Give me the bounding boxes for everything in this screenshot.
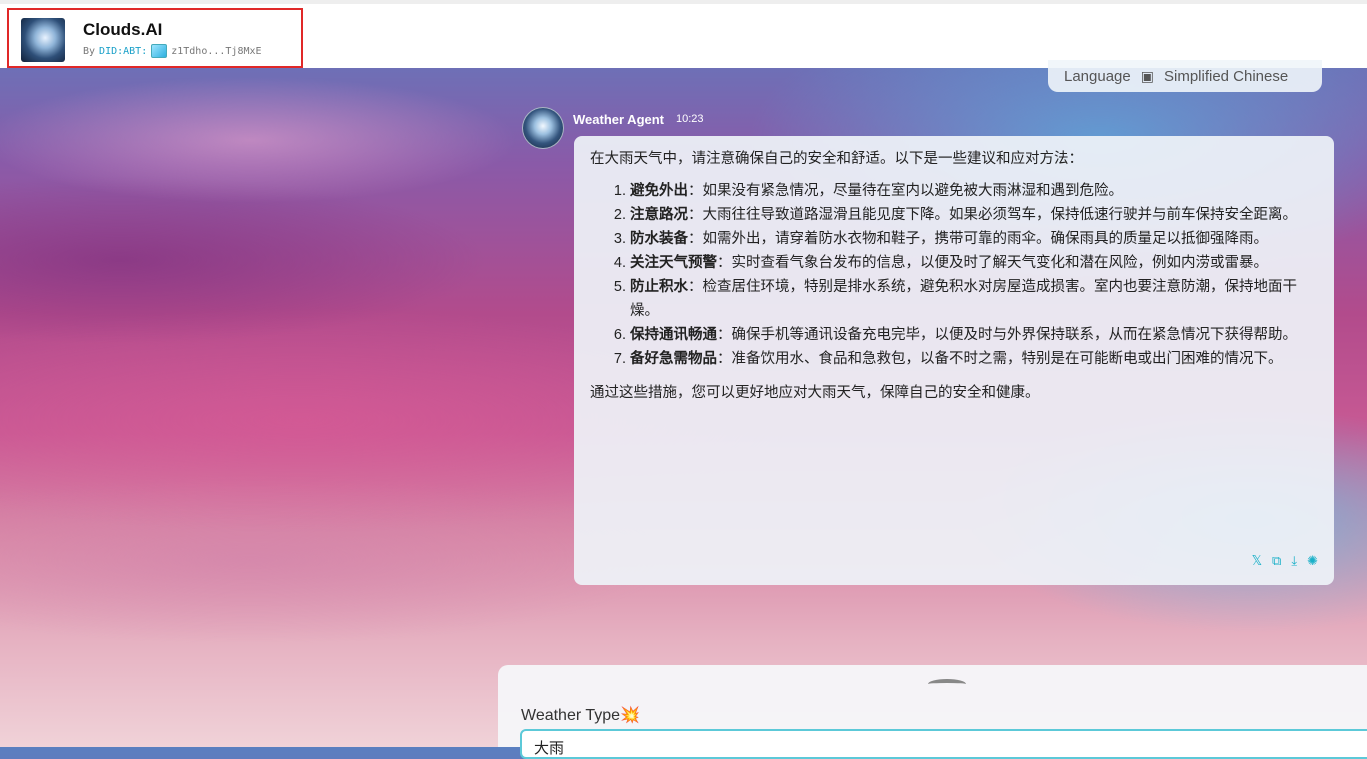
language-value: Simplified Chinese xyxy=(1163,67,1289,85)
weather-type-label: Weather Type💥 xyxy=(521,707,640,724)
list-item: 防止积水：检查居住环境，特别是排水系统，避免积水对房屋造成损害。室内也要注意防潮… xyxy=(630,275,1318,323)
list-item: 备好急需物品：准备饮用水、食品和急救包，以备不时之需，特别是在可能断电或出门困难… xyxy=(630,347,1318,371)
agent-avatar xyxy=(522,107,564,149)
message-outro: 通过这些措施，您可以更好地应对大雨天气，保障自己的安全和健康。 xyxy=(590,385,1040,401)
message-intro: 在大雨天气中，请注意确保自己的安全和舒适。以下是一些建议和应对方法： xyxy=(590,151,1083,167)
agent-message: 在大雨天气中，请注意确保自己的安全和舒适。以下是一些建议和应对方法： 避免外出：… xyxy=(574,136,1334,585)
by-label: By xyxy=(83,45,96,57)
did-address[interactable]: z1Tdho...Tj8MxE xyxy=(171,46,261,57)
app-logo xyxy=(21,18,65,62)
copy-icon[interactable]: ⧉ xyxy=(1272,549,1281,573)
globe-icon: ▣ xyxy=(1140,67,1154,84)
weather-type-input[interactable]: 大雨 xyxy=(520,729,1367,759)
app-brand[interactable]: Clouds.AI By DID:ABT: z1Tdho...Tj8MxE xyxy=(7,8,303,68)
list-item: 关注天气预警：实时查看气象台发布的信息，以便及时了解天气变化和潜在风险，例如内涝… xyxy=(630,251,1318,275)
app-header: Clouds.AI By DID:ABT: z1Tdho...Tj8MxE xyxy=(0,0,1367,68)
agent-name: Weather Agent xyxy=(573,112,665,127)
input-panel: Weather Type💥 大雨 xyxy=(498,665,1367,759)
panel-drag-handle[interactable] xyxy=(928,679,966,689)
did-prefix: DID:ABT: xyxy=(99,45,148,57)
app-author: By DID:ABT: z1Tdho...Tj8MxE xyxy=(83,44,262,58)
app-title: Clouds.AI xyxy=(83,20,163,39)
list-item: 注意路况：大雨往往导致道路湿滑且能见度下降。如果必须驾车，保持低速行驶并与前车保… xyxy=(630,203,1318,227)
list-item: 防水装备：如需外出，请穿着防水衣物和鞋子，携带可靠的雨伞。确保雨具的质量足以抵御… xyxy=(630,227,1318,251)
download-icon[interactable]: ⤓ xyxy=(1291,549,1297,573)
regenerate-icon[interactable]: ✺ xyxy=(1307,549,1318,573)
list-item: 保持通讯畅通：确保手机等通讯设备充电完毕，以便及时与外界保持联系，从而在紧急情况… xyxy=(630,323,1318,347)
language-pill: Language ▣ Simplified Chinese xyxy=(1048,60,1322,92)
did-wallet-icon xyxy=(151,44,168,58)
x-share-icon[interactable]: 𝕏 xyxy=(1252,549,1262,573)
message-time: 10:23 xyxy=(676,113,704,125)
list-item: 避免外出：如果没有紧急情况，尽量待在室内以避免被大雨淋湿和遇到危险。 xyxy=(630,179,1318,203)
message-actions: 𝕏 ⧉ ⤓ ✺ xyxy=(1252,549,1318,573)
explosion-icon: 💥 xyxy=(620,707,640,724)
advice-list: 避免外出：如果没有紧急情况，尽量待在室内以避免被大雨淋湿和遇到危险。 注意路况：… xyxy=(590,179,1318,371)
language-label: Language xyxy=(1064,67,1131,85)
